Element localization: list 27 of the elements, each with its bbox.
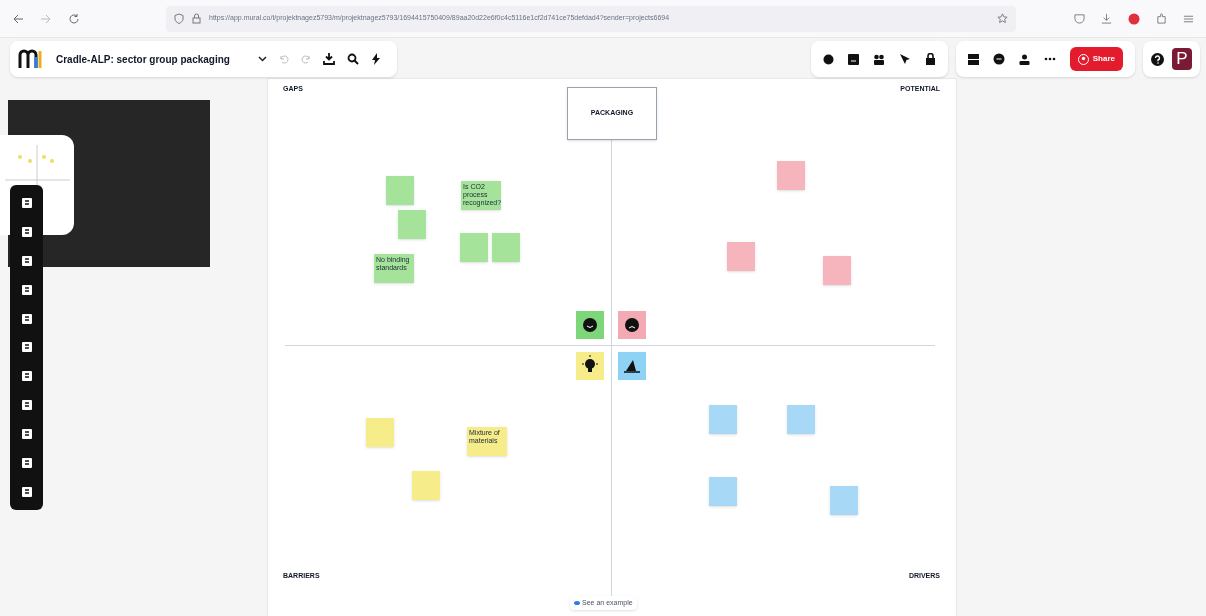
- help-icon[interactable]: [1151, 52, 1164, 66]
- fin-sticker-icon[interactable]: [618, 352, 646, 380]
- share-button[interactable]: Share: [1069, 47, 1123, 71]
- lock-icon: [192, 13, 201, 24]
- chevron-down-icon[interactable]: [257, 56, 267, 62]
- note-icon[interactable]: [847, 53, 859, 65]
- lock-icon[interactable]: [924, 53, 936, 65]
- eye-icon: [574, 601, 580, 605]
- shield-icon: [174, 13, 184, 24]
- download-icon[interactable]: [322, 53, 335, 65]
- outline-icon[interactable]: [967, 53, 979, 65]
- frown-sticker-icon[interactable]: [618, 311, 646, 339]
- bulb-sticker-icon[interactable]: [576, 352, 604, 380]
- mural-title[interactable]: Cradle-ALP: sector group packaging: [56, 51, 230, 67]
- logo-icon[interactable]: [18, 49, 44, 69]
- search-icon[interactable]: [346, 53, 359, 65]
- extension-icon[interactable]: [1128, 12, 1140, 25]
- smile-sticker-icon[interactable]: [576, 311, 604, 339]
- extensions-icon[interactable]: [1156, 13, 1167, 24]
- more-icon[interactable]: [1043, 57, 1056, 61]
- reload-icon[interactable]: [68, 12, 80, 25]
- chat-icon[interactable]: [992, 53, 1005, 65]
- cursor-icon[interactable]: [898, 53, 911, 65]
- lightning-icon[interactable]: [370, 53, 381, 65]
- user-avatar[interactable]: P: [1172, 48, 1192, 70]
- star-icon[interactable]: [997, 13, 1008, 24]
- back-icon[interactable]: [12, 12, 24, 25]
